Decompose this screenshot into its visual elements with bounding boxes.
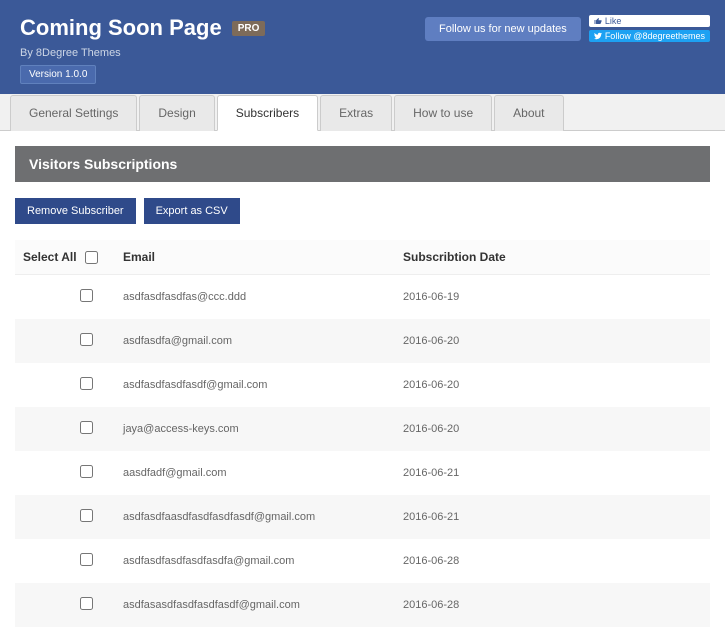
table-row: asdfasdfasdfasdf@gmail.com2016-06-20 — [15, 363, 710, 407]
row-date: 2016-06-21 — [395, 495, 710, 539]
content-area: Visitors Subscriptions Remove Subscriber… — [0, 131, 725, 642]
select-all-label: Select All — [23, 250, 77, 264]
row-checkbox[interactable] — [80, 377, 93, 390]
twitter-icon — [594, 32, 602, 40]
action-bar: Remove Subscriber Export as CSV — [15, 198, 710, 224]
row-checkbox[interactable] — [80, 421, 93, 434]
page-header: Coming Soon Page PRO By 8Degree Themes V… — [0, 0, 725, 94]
facebook-like-button[interactable]: Like — [589, 15, 710, 27]
subscribers-table: Select All Email Subscribtion Date asdfa… — [15, 240, 710, 627]
row-date: 2016-06-19 — [395, 275, 710, 320]
row-email: jaya@access-keys.com — [115, 407, 395, 451]
table-row: asdfasdfaasdfasdfasdfasdf@gmail.com2016-… — [15, 495, 710, 539]
table-row: jaya@access-keys.com2016-06-20 — [15, 407, 710, 451]
row-date: 2016-06-20 — [395, 319, 710, 363]
row-email: asdfasdfasdfasdf@gmail.com — [115, 363, 395, 407]
table-row: asdfasdfasdfas@ccc.ddd2016-06-19 — [15, 275, 710, 320]
social-area: Follow us for new updates Like Follow @8… — [425, 15, 710, 42]
row-email: asdfasdfaasdfasdfasdfasdf@gmail.com — [115, 495, 395, 539]
follow-updates-button[interactable]: Follow us for new updates — [425, 17, 581, 41]
thumbs-up-icon — [594, 17, 602, 25]
row-date: 2016-06-20 — [395, 363, 710, 407]
twitter-follow-button[interactable]: Follow @8degreethemes — [589, 30, 710, 42]
tab-general-settings[interactable]: General Settings — [10, 95, 137, 131]
tab-about[interactable]: About — [494, 95, 563, 131]
tab-extras[interactable]: Extras — [320, 95, 392, 131]
col-select: Select All — [15, 240, 115, 275]
row-checkbox[interactable] — [80, 289, 93, 302]
export-csv-button[interactable]: Export as CSV — [144, 198, 240, 224]
section-title: Visitors Subscriptions — [15, 146, 710, 182]
like-label: Like — [605, 16, 622, 26]
header-subtitle: By 8Degree Themes — [20, 47, 705, 59]
tab-bar: General SettingsDesignSubscribersExtrasH… — [0, 94, 725, 131]
row-email: asdfasdfasdfas@ccc.ddd — [115, 275, 395, 320]
version-badge: Version 1.0.0 — [20, 65, 96, 84]
tab-how-to-use[interactable]: How to use — [394, 95, 492, 131]
row-date: 2016-06-21 — [395, 451, 710, 495]
row-email: asdfasasdfasdfasdfasdf@gmail.com — [115, 583, 395, 627]
page-title: Coming Soon Page — [20, 15, 222, 41]
pro-badge: PRO — [232, 21, 266, 36]
row-email: asdfasdfa@gmail.com — [115, 319, 395, 363]
col-date-header: Subscribtion Date — [395, 240, 710, 275]
twitter-label: Follow @8degreethemes — [605, 31, 705, 41]
row-checkbox[interactable] — [80, 553, 93, 566]
table-row: asdfasdfasdfasdfasdfa@gmail.com2016-06-2… — [15, 539, 710, 583]
table-row: asdfasasdfasdfasdfasdf@gmail.com2016-06-… — [15, 583, 710, 627]
row-email: aasdfadf@gmail.com — [115, 451, 395, 495]
row-checkbox[interactable] — [80, 597, 93, 610]
tab-subscribers[interactable]: Subscribers — [217, 95, 318, 131]
row-email: asdfasdfasdfasdfasdfa@gmail.com — [115, 539, 395, 583]
row-date: 2016-06-28 — [395, 539, 710, 583]
row-date: 2016-06-20 — [395, 407, 710, 451]
row-checkbox[interactable] — [80, 509, 93, 522]
row-date: 2016-06-28 — [395, 583, 710, 627]
select-all-checkbox[interactable] — [85, 251, 98, 264]
col-email-header: Email — [115, 240, 395, 275]
remove-subscriber-button[interactable]: Remove Subscriber — [15, 198, 136, 224]
table-row: asdfasdfa@gmail.com2016-06-20 — [15, 319, 710, 363]
tab-design[interactable]: Design — [139, 95, 214, 131]
table-row: aasdfadf@gmail.com2016-06-21 — [15, 451, 710, 495]
row-checkbox[interactable] — [80, 465, 93, 478]
row-checkbox[interactable] — [80, 333, 93, 346]
